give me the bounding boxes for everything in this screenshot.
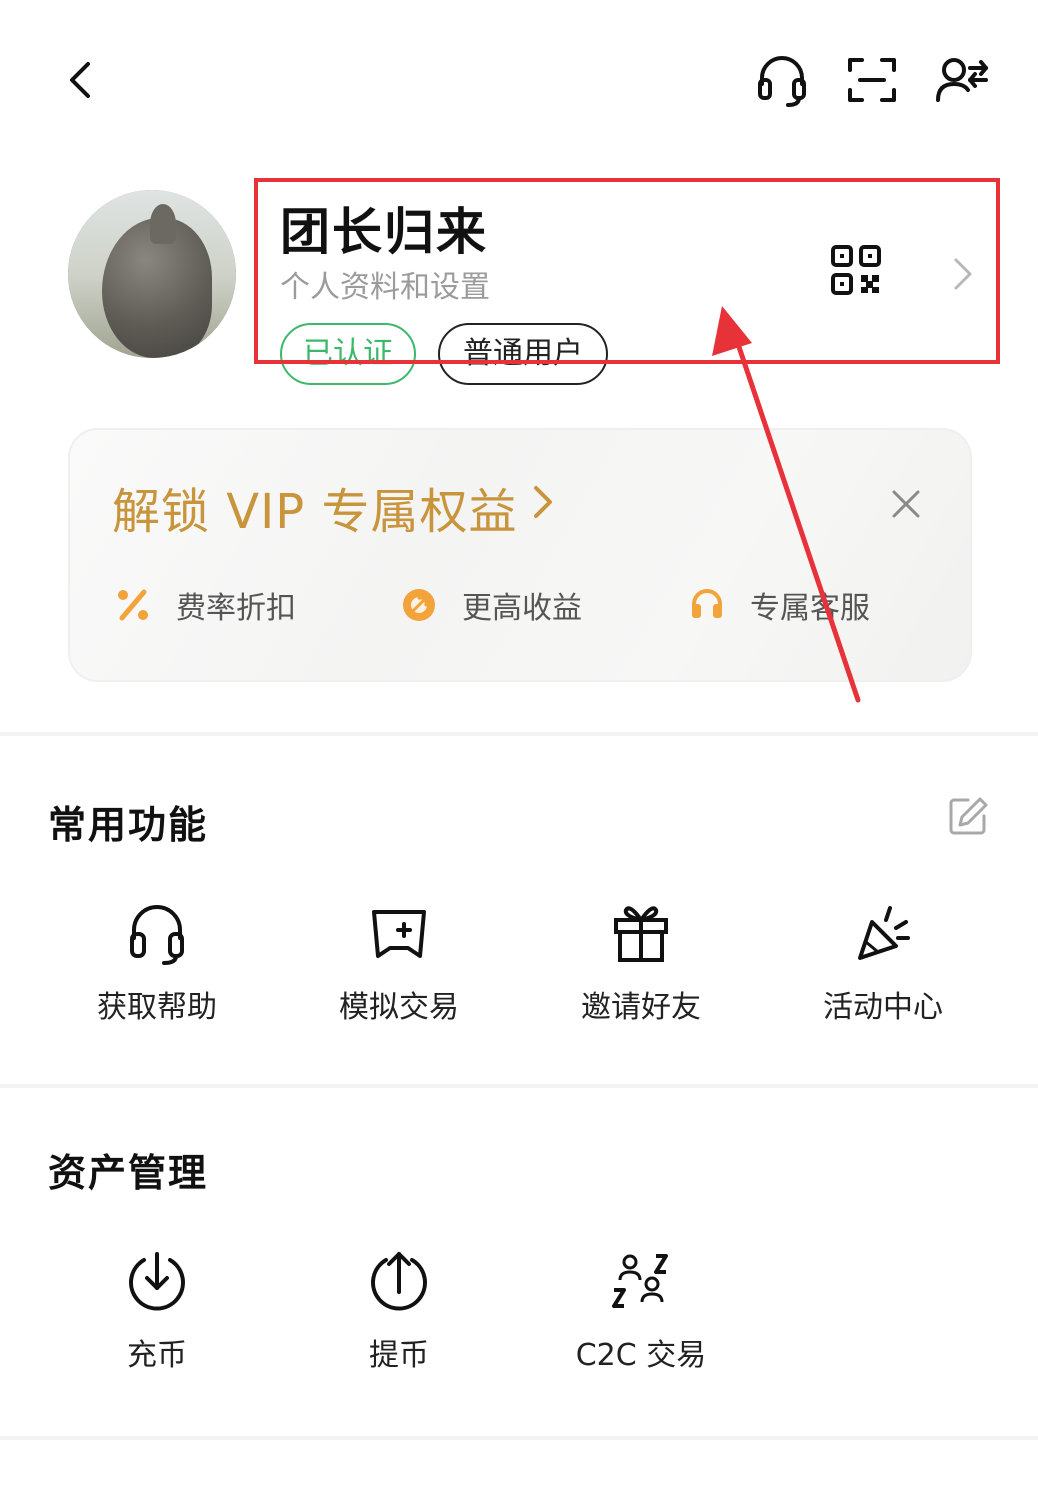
feature-label: 模拟交易 — [339, 990, 459, 1025]
feature-label: 提币 — [369, 1338, 429, 1373]
perk-exclusive-support: 专属客服 — [688, 580, 870, 630]
common-functions-title: 常用功能 — [48, 803, 209, 847]
edit-icon[interactable] — [946, 794, 990, 838]
feature-label: 充币 — [127, 1338, 187, 1373]
back-icon[interactable] — [58, 56, 106, 104]
nickname[interactable]: 团长归来 — [280, 192, 488, 264]
headset-icon[interactable] — [752, 50, 812, 110]
avatar[interactable] — [68, 190, 236, 358]
feature-label: C2C 交易 — [575, 1338, 707, 1373]
chevron-right-icon[interactable] — [946, 254, 980, 294]
gift-icon — [614, 906, 668, 962]
withdraw-icon — [371, 1252, 427, 1311]
user-level-badge[interactable]: 普通用户 — [438, 323, 608, 385]
perk-label: 更高收益 — [462, 591, 582, 626]
profile-settings-link[interactable]: 个人资料和设置 — [280, 262, 490, 306]
avatar-statue-horn — [150, 204, 176, 244]
section-divider — [0, 1084, 1038, 1088]
feature-label: 获取帮助 — [97, 990, 217, 1025]
demo-trading-icon — [372, 910, 426, 958]
verified-badge[interactable]: 已认证 — [280, 323, 416, 385]
feature-get-help[interactable]: 获取帮助 — [77, 898, 237, 1026]
qr-code-icon[interactable] — [830, 244, 882, 296]
feature-c2c-trading[interactable]: C2C 交易 — [561, 1246, 721, 1374]
feature-deposit[interactable]: 充币 — [77, 1246, 237, 1374]
feature-label: 邀请好友 — [581, 990, 701, 1025]
c2c-icon — [612, 1254, 668, 1308]
vip-banner[interactable]: 解锁 VIP 专属权益 费率折扣 更高收益 专属客服 — [68, 428, 972, 682]
perk-label: 专属客服 — [750, 591, 870, 626]
asset-management-title: 资产管理 — [48, 1151, 209, 1195]
vip-title[interactable]: 解锁 VIP 专属权益 — [112, 472, 517, 542]
feature-withdraw[interactable]: 提币 — [319, 1246, 479, 1374]
switch-account-icon[interactable] — [932, 50, 992, 110]
percent-icon — [118, 589, 148, 621]
perk-fee-discount: 费率折扣 — [114, 580, 296, 630]
feature-invite-friends[interactable]: 邀请好友 — [561, 898, 721, 1026]
close-icon[interactable] — [888, 486, 924, 522]
feature-label: 活动中心 — [823, 990, 943, 1025]
deposit-icon — [129, 1252, 185, 1311]
perk-label: 费率折扣 — [176, 591, 296, 626]
feature-activity-center[interactable]: 活动中心 — [803, 898, 963, 1026]
headset-icon — [130, 905, 184, 965]
section-divider — [0, 732, 1038, 736]
feature-demo-trading[interactable]: 模拟交易 — [319, 898, 479, 1026]
profile-page: 团长归来 个人资料和设置 已认证 普通用户 解锁 VIP 专属权益 费率折扣 更… — [0, 0, 1038, 1486]
headset-icon — [692, 589, 722, 618]
earnings-icon — [403, 589, 435, 621]
party-popper-icon — [858, 906, 910, 960]
top-bar — [0, 0, 1038, 160]
section-divider — [0, 1436, 1038, 1440]
scan-icon[interactable] — [842, 50, 902, 110]
vip-chevron-right-icon[interactable] — [528, 482, 558, 522]
perk-higher-earnings: 更高收益 — [400, 580, 582, 630]
